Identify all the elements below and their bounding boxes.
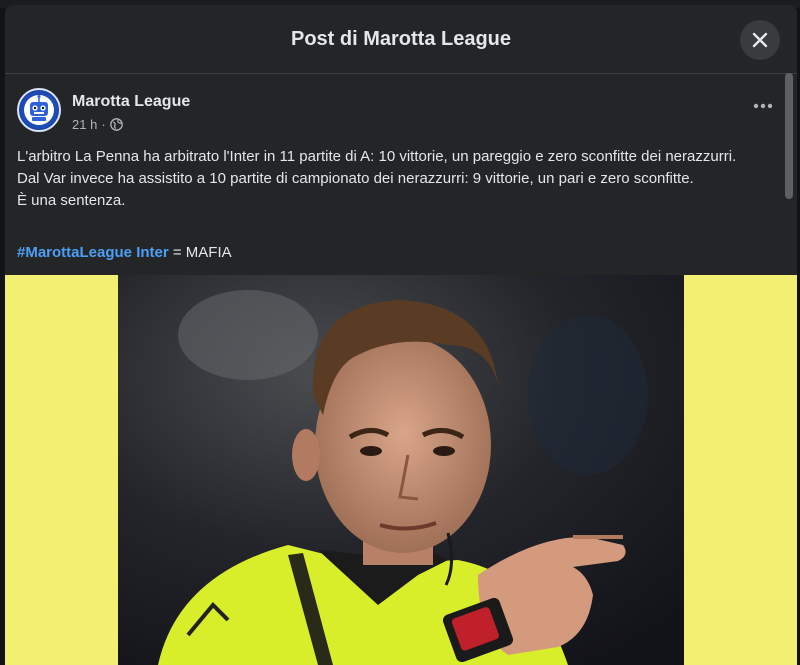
post-header: Marotta League 21 h · (17, 88, 777, 138)
more-options-button[interactable] (749, 96, 777, 116)
post-hashtags: #MarottaLeague Inter = MAFIA (17, 242, 232, 264)
avatar[interactable] (17, 88, 61, 132)
hashtag-link[interactable]: #MarottaLeague Inter (17, 244, 169, 261)
author-name[interactable]: Marotta League (72, 93, 190, 111)
robot-logo-icon (20, 91, 58, 129)
more-horizontal-icon (753, 103, 773, 109)
close-icon (752, 32, 768, 48)
scrollbar-thumb[interactable] (785, 73, 793, 199)
referee-pointing-photo (118, 275, 684, 665)
post-text: L'arbitro La Penna ha arbitrato l'Inter … (17, 146, 783, 212)
meta-separator: · (101, 117, 106, 132)
hashtag-suffix: = MAFIA (168, 244, 232, 261)
post-paragraph: Dal Var invece ha assistito a 10 partite… (17, 170, 694, 187)
post-paragraph: È una sentenza. (17, 192, 126, 209)
post-photo[interactable] (5, 275, 797, 665)
post-paragraph: L'arbitro La Penna ha arbitrato l'Inter … (17, 148, 737, 165)
post-time[interactable]: 21 h (72, 117, 97, 132)
close-button[interactable] (740, 20, 780, 60)
modal-header: Post di Marotta League (5, 5, 797, 74)
post-modal: Post di Marotta League Marotta League 21… (5, 5, 797, 665)
globe-icon (109, 118, 123, 131)
modal-title: Post di Marotta League (290, 27, 512, 50)
post-meta: 21 h · (72, 117, 123, 132)
